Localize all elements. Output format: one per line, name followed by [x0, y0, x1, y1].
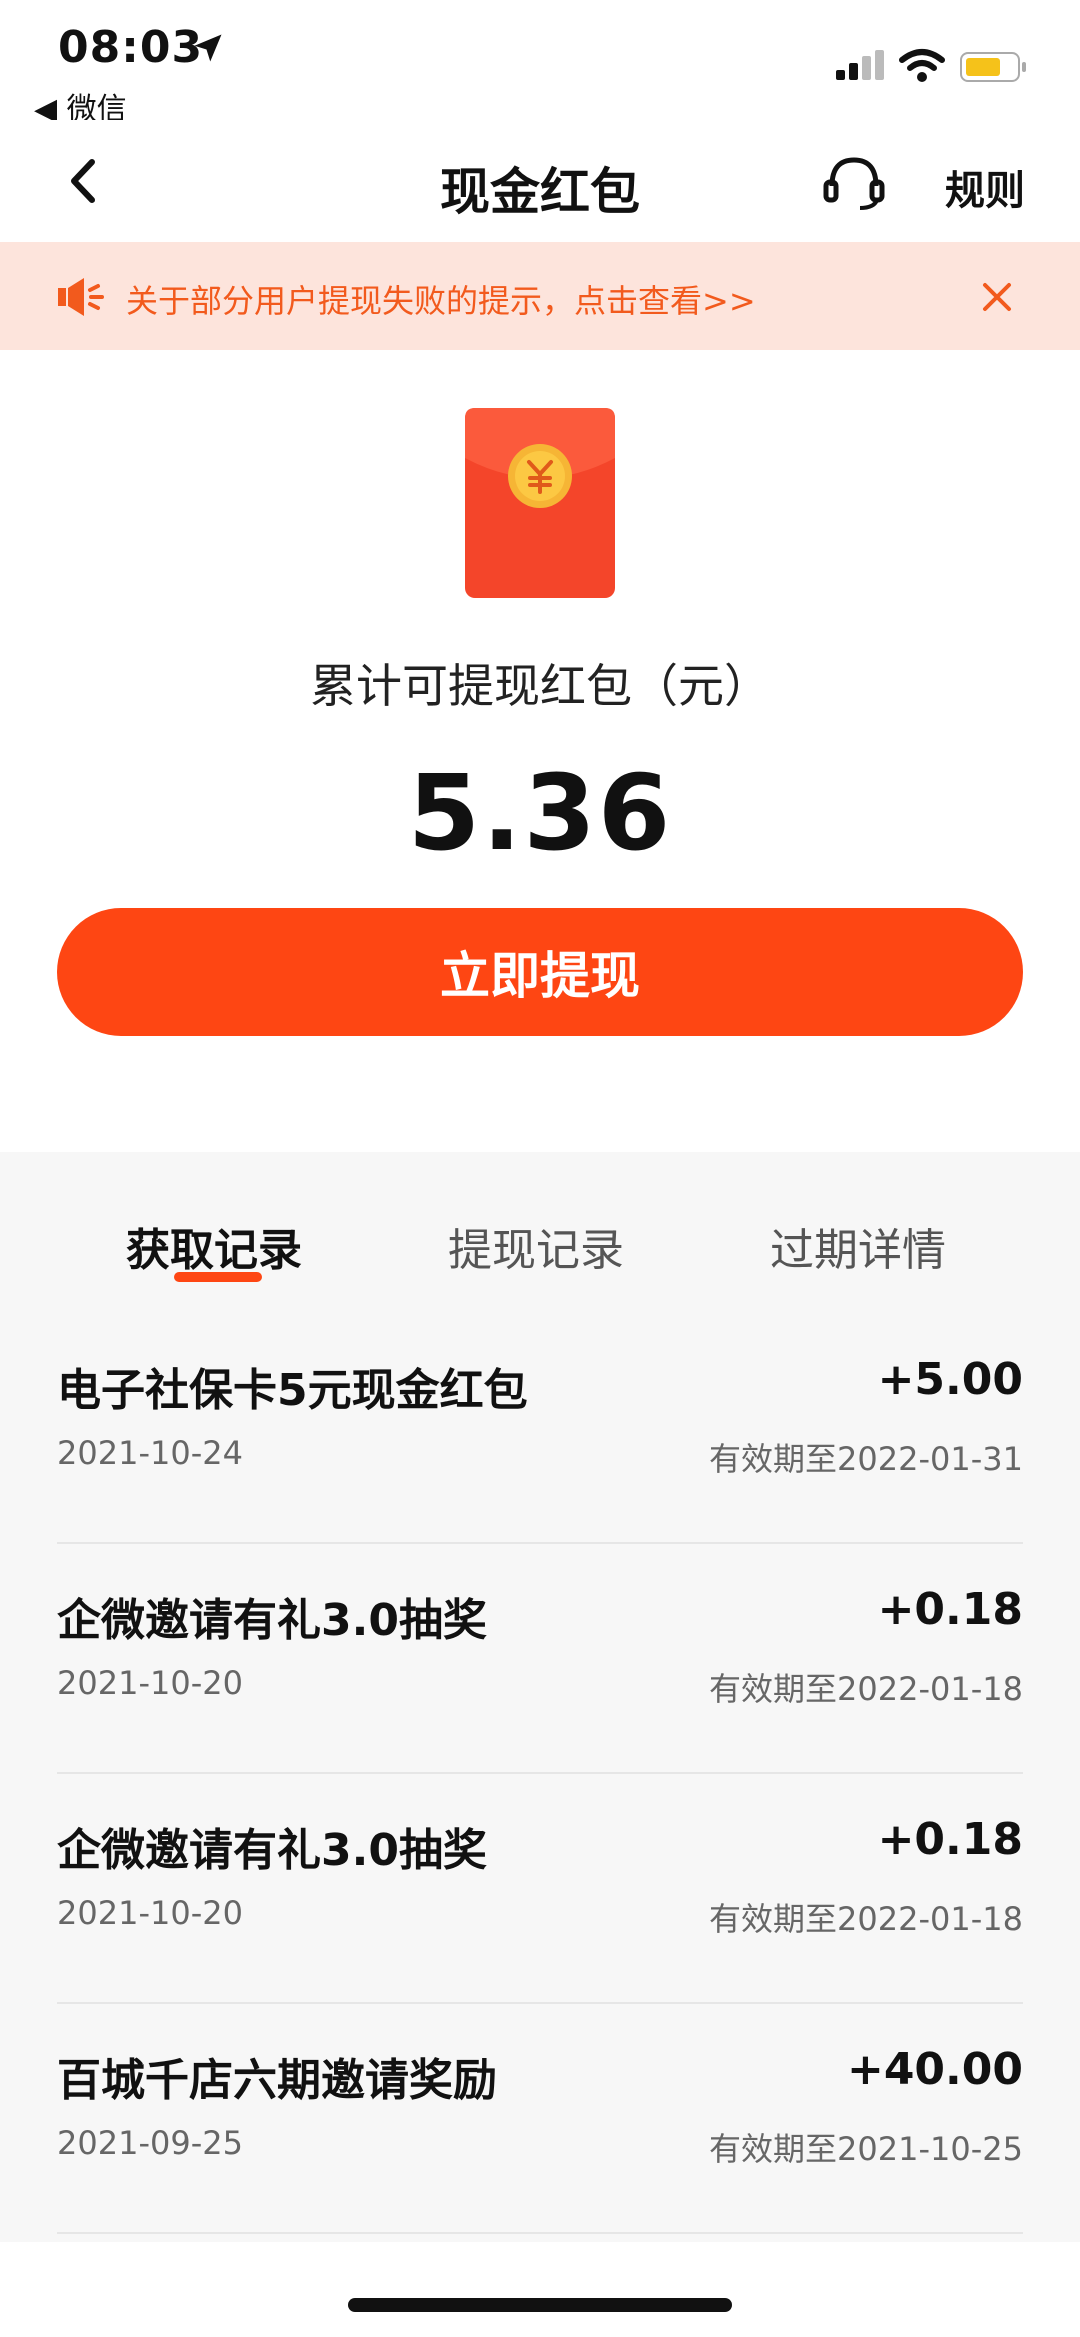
notice-text[interactable]: 关于部分用户提现失败的提示，点击查看>> — [126, 276, 756, 322]
nav-bar: 现金红包 规则 — [0, 120, 1080, 242]
record-title: 企微邀请有礼3.0抽奖 — [57, 1595, 487, 1646]
tab-withdraw-records[interactable]: 提现记录 — [448, 1214, 624, 1278]
status-bar: 08:03 ◀ 微信 — [0, 0, 1080, 127]
tab-earn-records[interactable]: 获取记录 — [126, 1214, 302, 1278]
record-title: 电子社保卡5元现金红包 — [57, 1365, 528, 1416]
record-amount: +0.18 — [877, 1814, 1023, 1865]
record-expiry: 有效期至2022-01-31 — [709, 1440, 1023, 1478]
record-expiry: 有效期至2022-01-18 — [709, 1900, 1023, 1938]
record-expiry: 有效期至2022-01-18 — [709, 1670, 1023, 1708]
red-envelope-icon — [465, 408, 615, 598]
record-row: 企微邀请有礼3.0抽奖 +0.18 2021-10-20 有效期至2022-01… — [57, 1772, 1023, 2004]
close-icon[interactable] — [980, 280, 1014, 314]
cellular-signal-icon — [836, 50, 884, 80]
record-date: 2021-10-24 — [57, 1434, 243, 1472]
battery-icon — [960, 52, 1026, 82]
home-indicator[interactable] — [348, 2298, 732, 2312]
customer-service-headset-icon[interactable] — [822, 152, 886, 212]
record-amount: +40.00 — [846, 2044, 1023, 2095]
record-row: 企微邀请有礼3.0抽奖 +0.18 2021-10-20 有效期至2022-01… — [57, 1542, 1023, 1774]
record-date: 2021-10-20 — [57, 1894, 243, 1932]
record-expiry: 有效期至2021-10-25 — [709, 2130, 1023, 2168]
wifi-icon — [899, 49, 945, 82]
records-section: 获取记录 提现记录 过期详情 电子社保卡5元现金红包 +5.00 2021-10… — [0, 1152, 1080, 2242]
record-row: 百城千店六期邀请奖励 +40.00 2021-09-25 有效期至2021-10… — [57, 2002, 1023, 2234]
active-tab-indicator — [174, 1272, 262, 1282]
rules-link[interactable]: 规则 — [945, 158, 1025, 216]
record-title: 企微邀请有礼3.0抽奖 — [57, 1825, 487, 1876]
record-date: 2021-10-20 — [57, 1664, 243, 1702]
record-date: 2021-09-25 — [57, 2124, 243, 2162]
record-row: 电子社保卡5元现金红包 +5.00 2021-10-24 有效期至2022-01… — [57, 1312, 1023, 1544]
record-amount: +5.00 — [877, 1354, 1023, 1405]
tab-expired-details[interactable]: 过期详情 — [770, 1214, 946, 1278]
record-title: 百城千店六期邀请奖励 — [57, 2055, 497, 2106]
speaker-icon — [58, 278, 104, 316]
record-amount: +0.18 — [877, 1584, 1023, 1635]
location-arrow-icon — [194, 34, 222, 62]
notice-banner[interactable]: 关于部分用户提现失败的提示，点击查看>> — [0, 242, 1080, 350]
withdraw-now-button[interactable]: 立即提现 — [57, 908, 1023, 1036]
balance-label: 累计可提现红包（元） — [310, 659, 770, 713]
page-title: 现金红包 — [440, 163, 640, 221]
status-time: 08:03 — [58, 22, 204, 73]
balance-amount: 5.36 — [407, 752, 673, 874]
